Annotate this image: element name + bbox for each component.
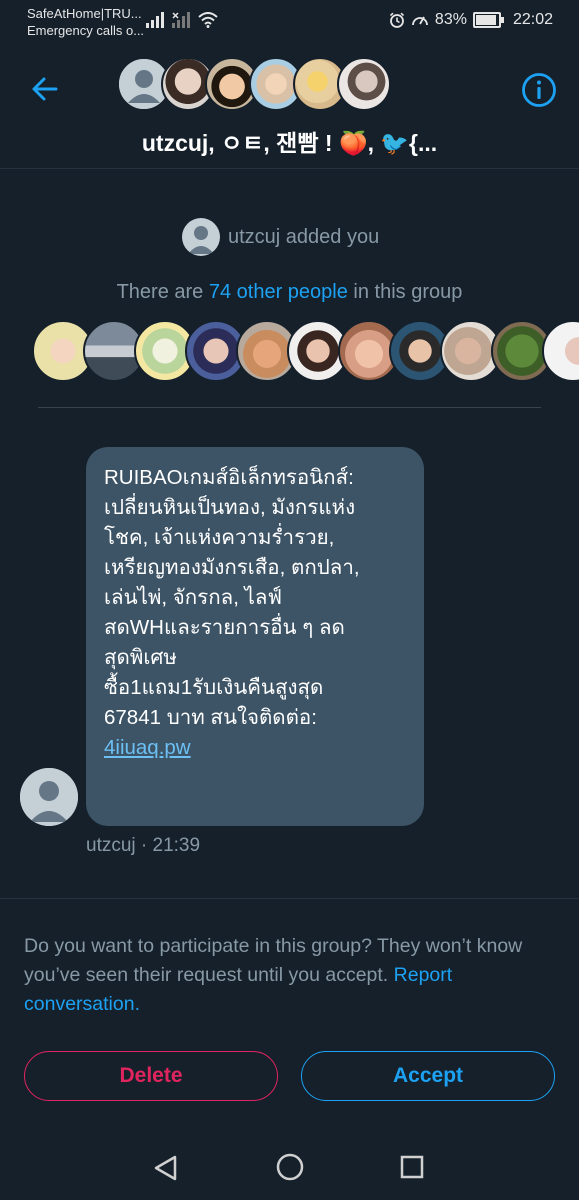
back-arrow-icon[interactable] [28,72,62,106]
divider [38,407,541,408]
carrier-info: SafeAtHome|TRU... Emergency calls o... [27,5,144,39]
message-line: RUIBAOเกมส์อิเล็กทรอนิกส์: [104,466,354,489]
message-bubble[interactable]: RUIBAOเกมส์อิเล็กทรอนิกส์: เปลี่ยนหินเป็… [86,447,424,826]
signal-icons [146,12,218,28]
status-right: 83% 22:02 [389,11,553,29]
carrier-line-2: Emergency calls o... [27,23,145,38]
system-nav-bar [0,1136,579,1200]
message-line: เล่นไพ่, จักรกล, ไลฟ์ [104,586,282,609]
message-line: ซื้อ1แถม1รับเงินคืนสูงสุด [104,676,324,699]
carrier-line-1: SafeAtHome|TRU... [27,6,142,21]
message-line: สดWHและรายการอื่น ๆ ลด [104,616,345,639]
accept-button[interactable]: Accept [301,1051,555,1101]
message-line: โชค, เจ้าแห่งความร่ำรวย, [104,526,335,549]
alarm-icon [389,12,404,28]
group-title: utzcuj, ㅇㅌ, 잰빰 ! 🍑, 🐦{... [141,130,438,156]
signal-strength-icon [146,12,164,28]
others-prefix: There are [116,281,209,303]
status-bar: SafeAtHome|TRU... Emergency calls o... 8… [0,0,579,42]
message-line: สุดพิเศษ [104,646,177,669]
battery-percent: 83% [434,11,467,28]
conversation-header: utzcuj, ㅇㅌ, 잰빰 ! 🍑, 🐦{... [0,42,579,169]
added-you-notice: utzcuj added you [182,218,379,256]
participant-avatars[interactable] [117,57,391,111]
nav-recent-apps-icon[interactable] [400,1155,424,1179]
battery-icon [472,12,504,28]
default-avatar-icon [20,768,78,826]
member-avatar [542,320,579,382]
message-line: เหรียญทองมังกรเสือ, ตกปลา, [104,556,360,579]
other-people-link[interactable]: 74 other people [209,281,348,303]
wifi-icon [198,12,218,28]
message-line: เปลี่ยนหินเป็นทอง, มังกรแห่ง [104,496,356,519]
request-prompt: Do you want to participate in this group… [24,932,564,1019]
nav-back-icon[interactable] [152,1154,178,1182]
clock: 22:02 [512,11,553,28]
group-size-notice: There are 74 other people in this group [0,281,579,304]
message-link[interactable]: 4iiuaq.pw [104,736,191,759]
message-meta: utzcuj · 21:39 [86,835,201,856]
no-signal-icon [172,12,190,28]
nav-home-icon[interactable] [276,1153,304,1181]
added-you-text: utzcuj added you [228,225,380,248]
sender-avatar[interactable] [20,768,78,826]
default-avatar-icon [182,218,220,256]
delete-button[interactable]: Delete [24,1051,278,1101]
divider [0,898,579,899]
speed-gauge-icon [412,16,428,26]
avatar [337,57,391,111]
info-icon[interactable] [521,72,557,108]
member-avatars[interactable] [32,320,579,382]
others-suffix: in this group [347,281,463,303]
message-line: 67841 บาท สนใจติดต่อ: [104,706,317,729]
